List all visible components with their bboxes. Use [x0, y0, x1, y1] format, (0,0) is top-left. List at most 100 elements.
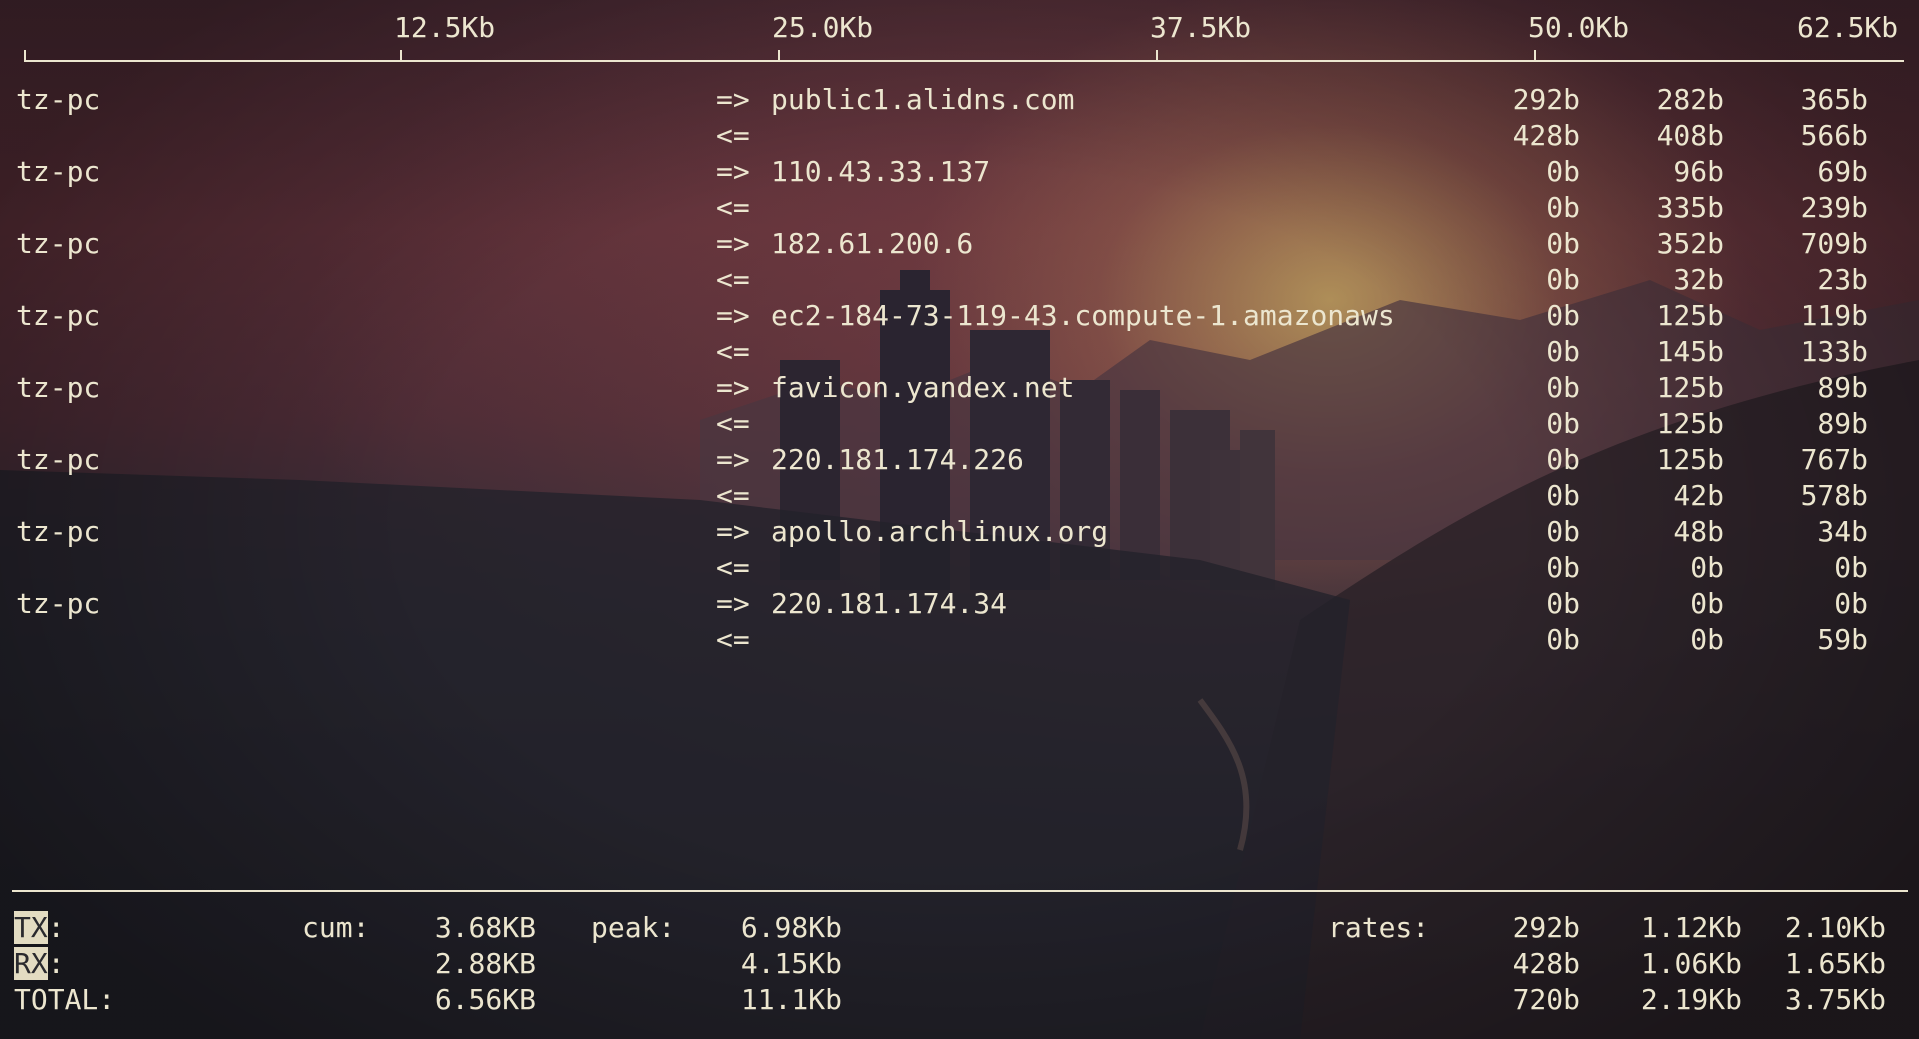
totals-separator: [12, 890, 1908, 892]
scale-label: 50.0Kb: [1528, 11, 1630, 44]
tx-rate-2s: 292b: [1512, 83, 1580, 116]
tx-arrow: =>: [716, 83, 750, 116]
tx-label-colon: :: [47, 911, 65, 944]
remote-host: ec2-184-73-119-43.compute-1.amazonaws: [771, 299, 1395, 332]
remote-host: 182.61.200.6: [771, 227, 974, 260]
local-host: tz-pc: [16, 515, 101, 548]
tx-rate-2s: 0b: [1546, 443, 1580, 476]
local-host: tz-pc: [16, 371, 101, 404]
rx-rate-40s: 566b: [1800, 119, 1868, 152]
remote-host: favicon.yandex.net: [771, 371, 1075, 404]
rx-arrow: <=: [716, 119, 750, 152]
tx-rate-10s: 0b: [1690, 587, 1724, 620]
tx-rate-10s: 125b: [1656, 371, 1724, 404]
rx-total-rate-40s: 1.65Kb: [1784, 947, 1886, 980]
rx-rate-40s: 578b: [1800, 479, 1868, 512]
tx-total-rate-10s: 1.12Kb: [1640, 911, 1742, 944]
rx-rate-10s: 0b: [1690, 551, 1724, 584]
rx-rate-10s: 125b: [1656, 407, 1724, 440]
rx-rate-10s: 32b: [1673, 263, 1724, 296]
rx-arrow: <=: [716, 407, 750, 440]
rx-arrow: <=: [716, 551, 750, 584]
tx-arrow: =>: [716, 155, 750, 188]
tx-arrow: =>: [716, 443, 750, 476]
rx-rate-10s: 408b: [1656, 119, 1724, 152]
scale-label: 37.5Kb: [1150, 11, 1252, 44]
tx-rate-40s: 365b: [1800, 83, 1868, 116]
tx-arrow: =>: [716, 299, 750, 332]
rx-cum-value: 2.88KB: [434, 947, 536, 980]
scale-tick: [400, 50, 402, 62]
tx-rate-10s: 352b: [1656, 227, 1724, 260]
rx-rate-40s: 59b: [1817, 623, 1868, 656]
tx-arrow: =>: [716, 515, 750, 548]
local-host: tz-pc: [16, 227, 101, 260]
total-rate-40s: 3.75Kb: [1784, 983, 1886, 1016]
tx-rate-10s: 48b: [1673, 515, 1724, 548]
tx-rate-10s: 282b: [1656, 83, 1724, 116]
tx-rate-10s: 125b: [1656, 443, 1724, 476]
rx-label-text: RX: [14, 947, 48, 980]
rx-rate-2s: 0b: [1546, 335, 1580, 368]
tx-total-rate-40s: 2.10Kb: [1784, 911, 1886, 944]
rx-rate-2s: 0b: [1546, 263, 1580, 296]
rx-rate-2s: 0b: [1546, 191, 1580, 224]
rx-arrow: <=: [716, 191, 750, 224]
tx-cum-value: 3.68KB: [434, 911, 536, 944]
scale-axis-line: [24, 60, 1904, 62]
rates-label: rates:: [1328, 911, 1430, 944]
rx-peak-value: 4.15Kb: [740, 947, 842, 980]
tx-rate-10s: 125b: [1656, 299, 1724, 332]
rx-rate-40s: 23b: [1817, 263, 1868, 296]
total-rate-2s: 720b: [1512, 983, 1580, 1016]
tx-rate-40s: 767b: [1800, 443, 1868, 476]
iftop-terminal: 12.5Kb 25.0Kb 37.5Kb 50.0Kb 62.5Kb tz-pc…: [0, 0, 1919, 1039]
tx-rate-40s: 0b: [1834, 587, 1868, 620]
tx-rate-10s: 96b: [1673, 155, 1724, 188]
tx-peak-value: 6.98Kb: [740, 911, 842, 944]
rx-arrow: <=: [716, 623, 750, 656]
remote-host: apollo.archlinux.org: [771, 515, 1109, 548]
total-rate-10s: 2.19Kb: [1640, 983, 1742, 1016]
tx-rate-40s: 89b: [1817, 371, 1868, 404]
scale-tick: [1534, 50, 1536, 62]
peak-label: peak:: [591, 911, 676, 944]
rx-rate-40s: 133b: [1800, 335, 1868, 368]
local-host: tz-pc: [16, 299, 101, 332]
scale-label: 25.0Kb: [772, 11, 874, 44]
total-label: TOTAL:: [14, 983, 116, 1016]
tx-arrow: =>: [716, 371, 750, 404]
rx-rate-10s: 145b: [1656, 335, 1724, 368]
rx-arrow: <=: [716, 335, 750, 368]
total-cum-value: 6.56KB: [434, 983, 536, 1016]
tx-rate-2s: 0b: [1546, 371, 1580, 404]
rx-rate-10s: 42b: [1673, 479, 1724, 512]
local-host: tz-pc: [16, 83, 101, 116]
tx-rate-40s: 119b: [1800, 299, 1868, 332]
scale-tick: [1156, 50, 1158, 62]
remote-host: 220.181.174.34: [771, 587, 1008, 620]
local-host: tz-pc: [16, 443, 101, 476]
scale-tick: [24, 50, 26, 62]
rx-rate-2s: 428b: [1512, 119, 1580, 152]
local-host: tz-pc: [16, 155, 101, 188]
rx-rate-40s: 0b: [1834, 551, 1868, 584]
total-peak-value: 11.1Kb: [740, 983, 842, 1016]
rx-rate-2s: 0b: [1546, 479, 1580, 512]
tx-rate-2s: 0b: [1546, 227, 1580, 260]
tx-rate-2s: 0b: [1546, 515, 1580, 548]
remote-host: 110.43.33.137: [771, 155, 991, 188]
local-host: tz-pc: [16, 587, 101, 620]
tx-rate-40s: 709b: [1800, 227, 1868, 260]
rx-rate-2s: 0b: [1546, 551, 1580, 584]
tx-rate-2s: 0b: [1546, 587, 1580, 620]
rx-label: RX:: [14, 946, 65, 982]
scale-label: 62.5Kb: [1797, 11, 1899, 44]
rx-rate-10s: 0b: [1690, 623, 1724, 656]
tx-label-text: TX: [14, 911, 48, 944]
tx-total-rate-2s: 292b: [1512, 911, 1580, 944]
tx-rate-40s: 69b: [1817, 155, 1868, 188]
rx-label-colon: :: [47, 947, 65, 980]
rx-rate-40s: 239b: [1800, 191, 1868, 224]
tx-rate-40s: 34b: [1817, 515, 1868, 548]
